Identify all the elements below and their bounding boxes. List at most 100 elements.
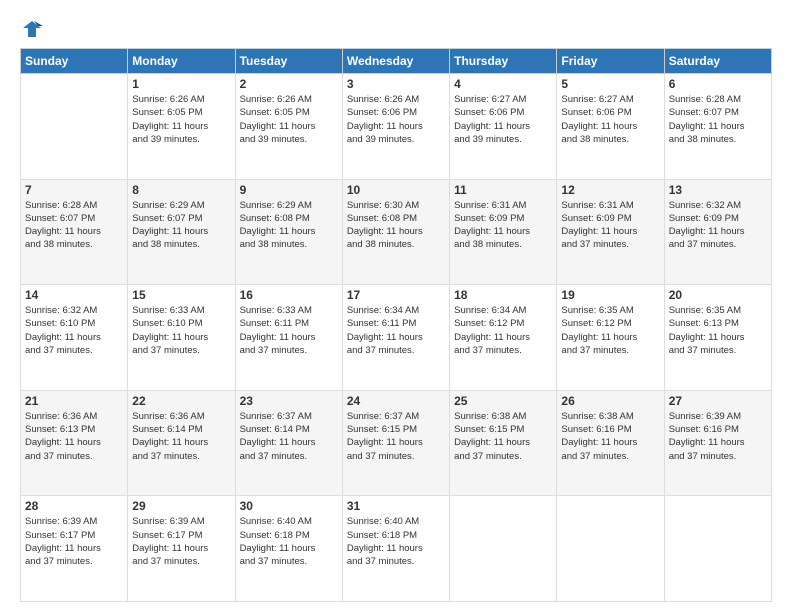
cell-content: Sunrise: 6:39 AM Sunset: 6:17 PM Dayligh… [132, 515, 230, 568]
calendar-cell: 22 Sunrise: 6:36 AM Sunset: 6:14 PM Dayli… [128, 390, 235, 496]
day-number: 15 [132, 288, 230, 302]
cell-content: Sunrise: 6:35 AM Sunset: 6:13 PM Dayligh… [669, 304, 767, 357]
day-number: 8 [132, 183, 230, 197]
cell-content: Sunrise: 6:34 AM Sunset: 6:12 PM Dayligh… [454, 304, 552, 357]
calendar-cell: 23 Sunrise: 6:37 AM Sunset: 6:14 PM Dayli… [235, 390, 342, 496]
calendar-cell: 24Sunrise: 6:37 AM Sunset: 6:15 PM Dayli… [342, 390, 449, 496]
day-number: 12 [561, 183, 659, 197]
calendar-cell: 10 Sunrise: 6:30 AM Sunset: 6:08 PM Dayli… [342, 179, 449, 285]
cell-content: Sunrise: 6:26 AM Sunset: 6:06 PM Dayligh… [347, 93, 445, 146]
calendar-table: SundayMondayTuesdayWednesdayThursdayFrid… [20, 48, 772, 602]
day-number: 2 [240, 77, 338, 91]
calendar-cell: 25 Sunrise: 6:38 AM Sunset: 6:15 PM Dayli… [450, 390, 557, 496]
calendar-cell: 12 Sunrise: 6:31 AM Sunset: 6:09 PM Dayli… [557, 179, 664, 285]
calendar-day-header: Tuesday [235, 49, 342, 74]
cell-content: Sunrise: 6:26 AM Sunset: 6:05 PM Dayligh… [132, 93, 230, 146]
cell-content: Sunrise: 6:39 AM Sunset: 6:17 PM Dayligh… [25, 515, 123, 568]
calendar-day-header: Saturday [664, 49, 771, 74]
day-number: 29 [132, 499, 230, 513]
logo [20, 18, 44, 40]
calendar-cell: 17 Sunrise: 6:34 AM Sunset: 6:11 PM Dayli… [342, 285, 449, 391]
day-number: 10 [347, 183, 445, 197]
cell-content: Sunrise: 6:34 AM Sunset: 6:11 PM Dayligh… [347, 304, 445, 357]
day-number: 31 [347, 499, 445, 513]
cell-content: Sunrise: 6:32 AM Sunset: 6:09 PM Dayligh… [669, 199, 767, 252]
calendar-cell [450, 496, 557, 602]
day-number: 27 [669, 394, 767, 408]
calendar-cell: 2Sunrise: 6:26 AM Sunset: 6:05 PM Daylig… [235, 74, 342, 180]
cell-content: Sunrise: 6:29 AM Sunset: 6:08 PM Dayligh… [240, 199, 338, 252]
day-number: 18 [454, 288, 552, 302]
day-number: 25 [454, 394, 552, 408]
cell-content: Sunrise: 6:29 AM Sunset: 6:07 PM Dayligh… [132, 199, 230, 252]
calendar-day-header: Thursday [450, 49, 557, 74]
calendar-week-row: 28 Sunrise: 6:39 AM Sunset: 6:17 PM Dayli… [21, 496, 772, 602]
day-number: 13 [669, 183, 767, 197]
cell-content: Sunrise: 6:30 AM Sunset: 6:08 PM Dayligh… [347, 199, 445, 252]
calendar-cell: 16 Sunrise: 6:33 AM Sunset: 6:11 PM Dayli… [235, 285, 342, 391]
cell-content: Sunrise: 6:35 AM Sunset: 6:12 PM Dayligh… [561, 304, 659, 357]
calendar-cell: 31 Sunrise: 6:40 AM Sunset: 6:18 PM Dayli… [342, 496, 449, 602]
calendar-cell: 26 Sunrise: 6:38 AM Sunset: 6:16 PM Dayli… [557, 390, 664, 496]
day-number: 17 [347, 288, 445, 302]
calendar-day-header: Friday [557, 49, 664, 74]
cell-content: Sunrise: 6:28 AM Sunset: 6:07 PM Dayligh… [669, 93, 767, 146]
day-number: 5 [561, 77, 659, 91]
cell-content: Sunrise: 6:38 AM Sunset: 6:16 PM Dayligh… [561, 410, 659, 463]
calendar-week-row: 14 Sunrise: 6:32 AM Sunset: 6:10 PM Dayli… [21, 285, 772, 391]
calendar-cell: 4Sunrise: 6:27 AM Sunset: 6:06 PM Daylig… [450, 74, 557, 180]
cell-content: Sunrise: 6:36 AM Sunset: 6:14 PM Dayligh… [132, 410, 230, 463]
logo-bird-icon [21, 18, 43, 40]
calendar-cell: 19Sunrise: 6:35 AM Sunset: 6:12 PM Dayli… [557, 285, 664, 391]
calendar-cell: 6Sunrise: 6:28 AM Sunset: 6:07 PM Daylig… [664, 74, 771, 180]
calendar-cell: 5Sunrise: 6:27 AM Sunset: 6:06 PM Daylig… [557, 74, 664, 180]
cell-content: Sunrise: 6:33 AM Sunset: 6:11 PM Dayligh… [240, 304, 338, 357]
calendar-cell: 11Sunrise: 6:31 AM Sunset: 6:09 PM Dayli… [450, 179, 557, 285]
calendar-cell: 30 Sunrise: 6:40 AM Sunset: 6:18 PM Dayli… [235, 496, 342, 602]
day-number: 4 [454, 77, 552, 91]
calendar-cell: 15 Sunrise: 6:33 AM Sunset: 6:10 PM Dayli… [128, 285, 235, 391]
day-number: 9 [240, 183, 338, 197]
calendar-body: 1 Sunrise: 6:26 AM Sunset: 6:05 PM Daylig… [21, 74, 772, 602]
day-number: 1 [132, 77, 230, 91]
calendar-day-header: Sunday [21, 49, 128, 74]
day-number: 21 [25, 394, 123, 408]
cell-content: Sunrise: 6:33 AM Sunset: 6:10 PM Dayligh… [132, 304, 230, 357]
cell-content: Sunrise: 6:31 AM Sunset: 6:09 PM Dayligh… [561, 199, 659, 252]
calendar-cell: 29 Sunrise: 6:39 AM Sunset: 6:17 PM Dayli… [128, 496, 235, 602]
calendar-day-header: Wednesday [342, 49, 449, 74]
calendar-cell: 13 Sunrise: 6:32 AM Sunset: 6:09 PM Dayli… [664, 179, 771, 285]
day-number: 24 [347, 394, 445, 408]
calendar-cell: 27 Sunrise: 6:39 AM Sunset: 6:16 PM Dayli… [664, 390, 771, 496]
day-number: 23 [240, 394, 338, 408]
calendar-header-row: SundayMondayTuesdayWednesdayThursdayFrid… [21, 49, 772, 74]
cell-content: Sunrise: 6:40 AM Sunset: 6:18 PM Dayligh… [240, 515, 338, 568]
calendar-cell: 21Sunrise: 6:36 AM Sunset: 6:13 PM Dayli… [21, 390, 128, 496]
calendar-cell: 18 Sunrise: 6:34 AM Sunset: 6:12 PM Dayli… [450, 285, 557, 391]
calendar-cell: 3 Sunrise: 6:26 AM Sunset: 6:06 PM Daylig… [342, 74, 449, 180]
calendar-cell: 28 Sunrise: 6:39 AM Sunset: 6:17 PM Dayli… [21, 496, 128, 602]
calendar-cell: 1 Sunrise: 6:26 AM Sunset: 6:05 PM Daylig… [128, 74, 235, 180]
day-number: 28 [25, 499, 123, 513]
cell-content: Sunrise: 6:32 AM Sunset: 6:10 PM Dayligh… [25, 304, 123, 357]
cell-content: Sunrise: 6:39 AM Sunset: 6:16 PM Dayligh… [669, 410, 767, 463]
calendar-day-header: Monday [128, 49, 235, 74]
cell-content: Sunrise: 6:28 AM Sunset: 6:07 PM Dayligh… [25, 199, 123, 252]
day-number: 20 [669, 288, 767, 302]
day-number: 16 [240, 288, 338, 302]
cell-content: Sunrise: 6:37 AM Sunset: 6:14 PM Dayligh… [240, 410, 338, 463]
day-number: 3 [347, 77, 445, 91]
calendar-cell [21, 74, 128, 180]
header [20, 18, 772, 40]
cell-content: Sunrise: 6:40 AM Sunset: 6:18 PM Dayligh… [347, 515, 445, 568]
calendar-week-row: 1 Sunrise: 6:26 AM Sunset: 6:05 PM Daylig… [21, 74, 772, 180]
calendar-week-row: 7Sunrise: 6:28 AM Sunset: 6:07 PM Daylig… [21, 179, 772, 285]
day-number: 26 [561, 394, 659, 408]
calendar-cell: 20 Sunrise: 6:35 AM Sunset: 6:13 PM Dayli… [664, 285, 771, 391]
day-number: 30 [240, 499, 338, 513]
calendar-cell: 9 Sunrise: 6:29 AM Sunset: 6:08 PM Daylig… [235, 179, 342, 285]
day-number: 22 [132, 394, 230, 408]
day-number: 14 [25, 288, 123, 302]
cell-content: Sunrise: 6:38 AM Sunset: 6:15 PM Dayligh… [454, 410, 552, 463]
calendar-cell [557, 496, 664, 602]
